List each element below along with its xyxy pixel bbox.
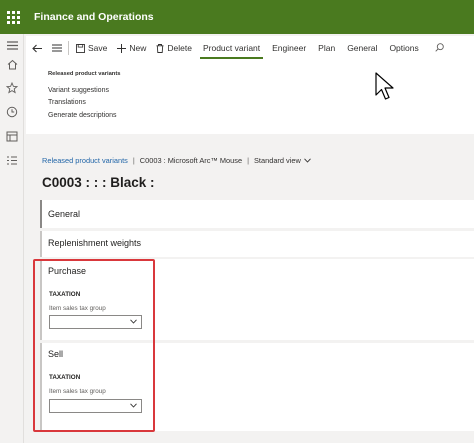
tab-engineer[interactable]: Engineer	[266, 36, 312, 60]
workspace-icon[interactable]	[5, 129, 19, 143]
view-selector-label: Standard view	[254, 156, 301, 165]
delete-label: Delete	[167, 43, 192, 53]
tab-label: Options	[389, 43, 419, 53]
save-label: Save	[88, 43, 108, 53]
save-icon	[76, 43, 85, 53]
fasttab-replenishment-weights[interactable]: Replenishment weights	[40, 231, 474, 257]
annotation-highlight-box	[33, 259, 155, 432]
breadcrumb: Released product variants | C0003 : Micr…	[42, 156, 311, 165]
list-icon[interactable]	[5, 153, 19, 167]
app-launcher-icon[interactable]	[0, 0, 26, 34]
tab-label: General	[347, 43, 378, 53]
app-header: Finance and Operations	[0, 0, 474, 34]
new-label: New	[129, 43, 147, 53]
fasttab-general-label: General	[48, 209, 81, 219]
delete-button[interactable]: Delete	[151, 36, 197, 60]
hamburger-icon[interactable]	[5, 38, 19, 52]
breadcrumb-separator: |	[132, 156, 135, 165]
fasttab-general[interactable]: General	[40, 200, 474, 228]
options-menu-icon[interactable]	[48, 44, 66, 52]
back-icon[interactable]	[26, 44, 48, 53]
tab-options[interactable]: Options	[383, 36, 424, 60]
trash-icon	[156, 43, 164, 53]
home-icon[interactable]	[5, 57, 19, 71]
breadcrumb-record: C0003 : Microsoft Arc™ Mouse	[139, 156, 243, 165]
tab-product-variant[interactable]: Product variant	[197, 36, 266, 60]
breadcrumb-separator: |	[247, 156, 249, 165]
fasttab-replenishment-label: Replenishment weights	[48, 238, 142, 248]
tab-label: Plan	[318, 43, 336, 53]
translations-link[interactable]: Translations	[48, 99, 86, 106]
tab-plan[interactable]: Plan	[312, 36, 341, 60]
breadcrumb-root-link[interactable]: Released product variants	[42, 156, 128, 165]
tab-label: Product variant	[202, 43, 261, 53]
save-button[interactable]: Save	[71, 36, 112, 60]
toolbar-divider	[68, 41, 69, 55]
search-icon[interactable]	[435, 42, 444, 54]
page-title: C0003 : : : Black :	[42, 175, 155, 190]
variant-suggestions-link[interactable]: Variant suggestions	[48, 87, 109, 94]
tab-label: Engineer	[272, 43, 307, 53]
view-selector[interactable]: Standard view	[254, 156, 311, 165]
chevron-down-icon	[304, 158, 311, 163]
generate-descriptions-link[interactable]: Generate descriptions	[48, 112, 116, 119]
mouse-pointer-icon	[375, 72, 397, 107]
action-pane: Save New Delete Product variant Engineer…	[26, 36, 474, 134]
clock-icon[interactable]	[5, 105, 19, 119]
action-group-title: Released product variants	[48, 71, 121, 77]
app-title: Finance and Operations	[34, 11, 154, 23]
tab-general[interactable]: General	[341, 36, 383, 60]
toolbar: Save New Delete Product variant Engineer…	[26, 36, 474, 60]
navigation-pane	[0, 34, 24, 443]
star-icon[interactable]	[5, 81, 19, 95]
plus-icon	[117, 43, 127, 53]
new-button[interactable]: New	[112, 36, 151, 60]
